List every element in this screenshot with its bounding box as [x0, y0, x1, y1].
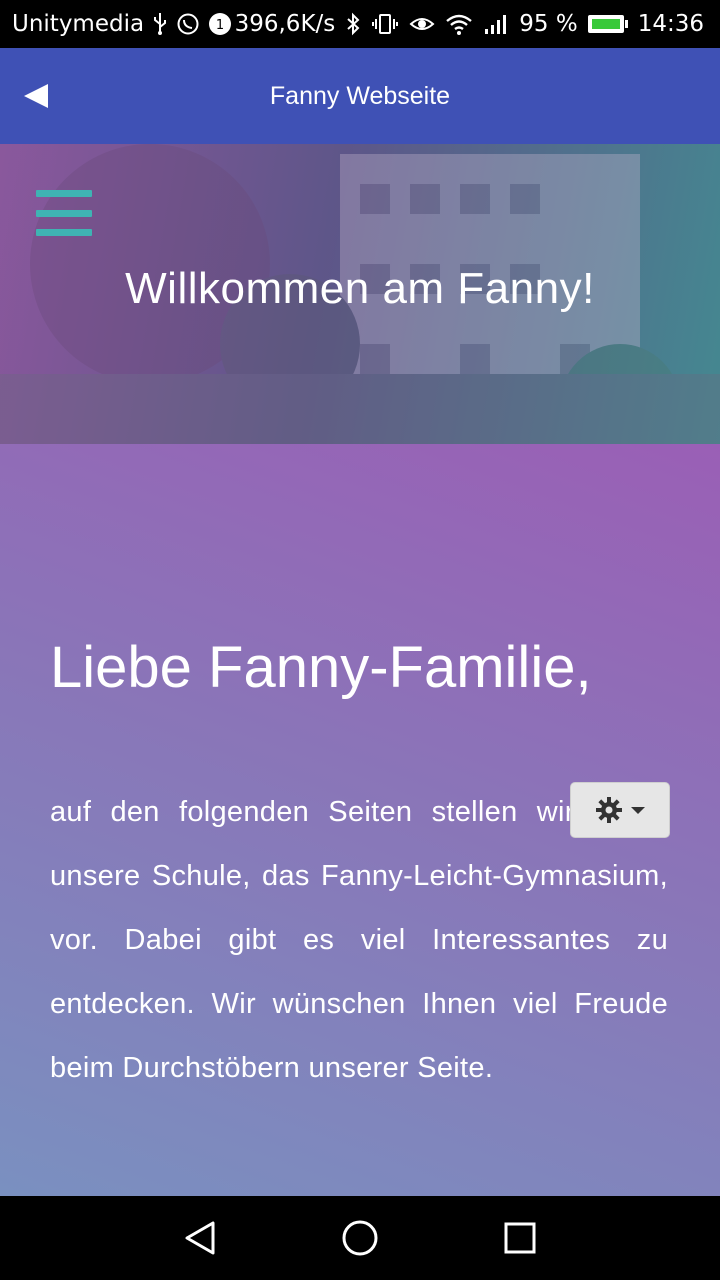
bluetooth-icon: [345, 12, 361, 36]
system-nav-bar: [0, 1196, 720, 1280]
nav-recents-button[interactable]: [480, 1196, 560, 1280]
signal-icon: [483, 12, 509, 36]
wifi-icon: [445, 12, 473, 36]
back-arrow-icon: [24, 84, 48, 108]
menu-icon-bar: [36, 209, 92, 217]
clock: 14:36: [637, 11, 704, 37]
hamburger-menu-button[interactable]: [34, 188, 94, 238]
welcome-heading: Liebe Fanny-Familie,: [50, 635, 592, 700]
menu-icon-bar: [36, 229, 92, 236]
notification-icon: 1: [208, 12, 232, 36]
menu-icon: [36, 190, 92, 197]
hero-banner: Willkommen am Fanny!: [0, 144, 720, 444]
settings-dropdown-button[interactable]: [570, 782, 670, 838]
main-content: Liebe Fanny-Familie, auf den folgenden S…: [0, 444, 720, 1196]
home-circle-icon: [342, 1220, 378, 1256]
back-triangle-icon: [185, 1221, 215, 1255]
app-title: Fanny Webseite: [269, 81, 451, 110]
battery-icon: [587, 15, 628, 33]
network-speed: 396,6K/s: [234, 11, 336, 37]
status-right: 396,6K/s 95 % 14:36: [235, 11, 704, 37]
status-bar: Unitymedia 1 396,6K/s 95 % 14:36: [0, 0, 720, 48]
vibrate-icon: [371, 12, 399, 36]
recents-square-icon: [504, 1222, 536, 1254]
hero-title: Willkommen am Fanny!: [125, 264, 595, 313]
whatsapp-icon: [176, 12, 200, 36]
app-bar: Fanny Webseite: [0, 48, 720, 144]
battery-percent: 95 %: [519, 11, 578, 37]
status-left: Unitymedia 1: [12, 11, 232, 37]
carrier-name: Unitymedia: [12, 11, 145, 37]
usb-icon: [152, 12, 168, 36]
nav-home-button[interactable]: [320, 1196, 400, 1280]
nav-back-button[interactable]: [160, 1196, 240, 1280]
gear-icon: [596, 797, 622, 823]
chevron-down-icon: [631, 806, 645, 814]
back-button[interactable]: [12, 72, 60, 120]
svg-text:1: 1: [216, 18, 224, 33]
eye-icon: [409, 12, 435, 36]
